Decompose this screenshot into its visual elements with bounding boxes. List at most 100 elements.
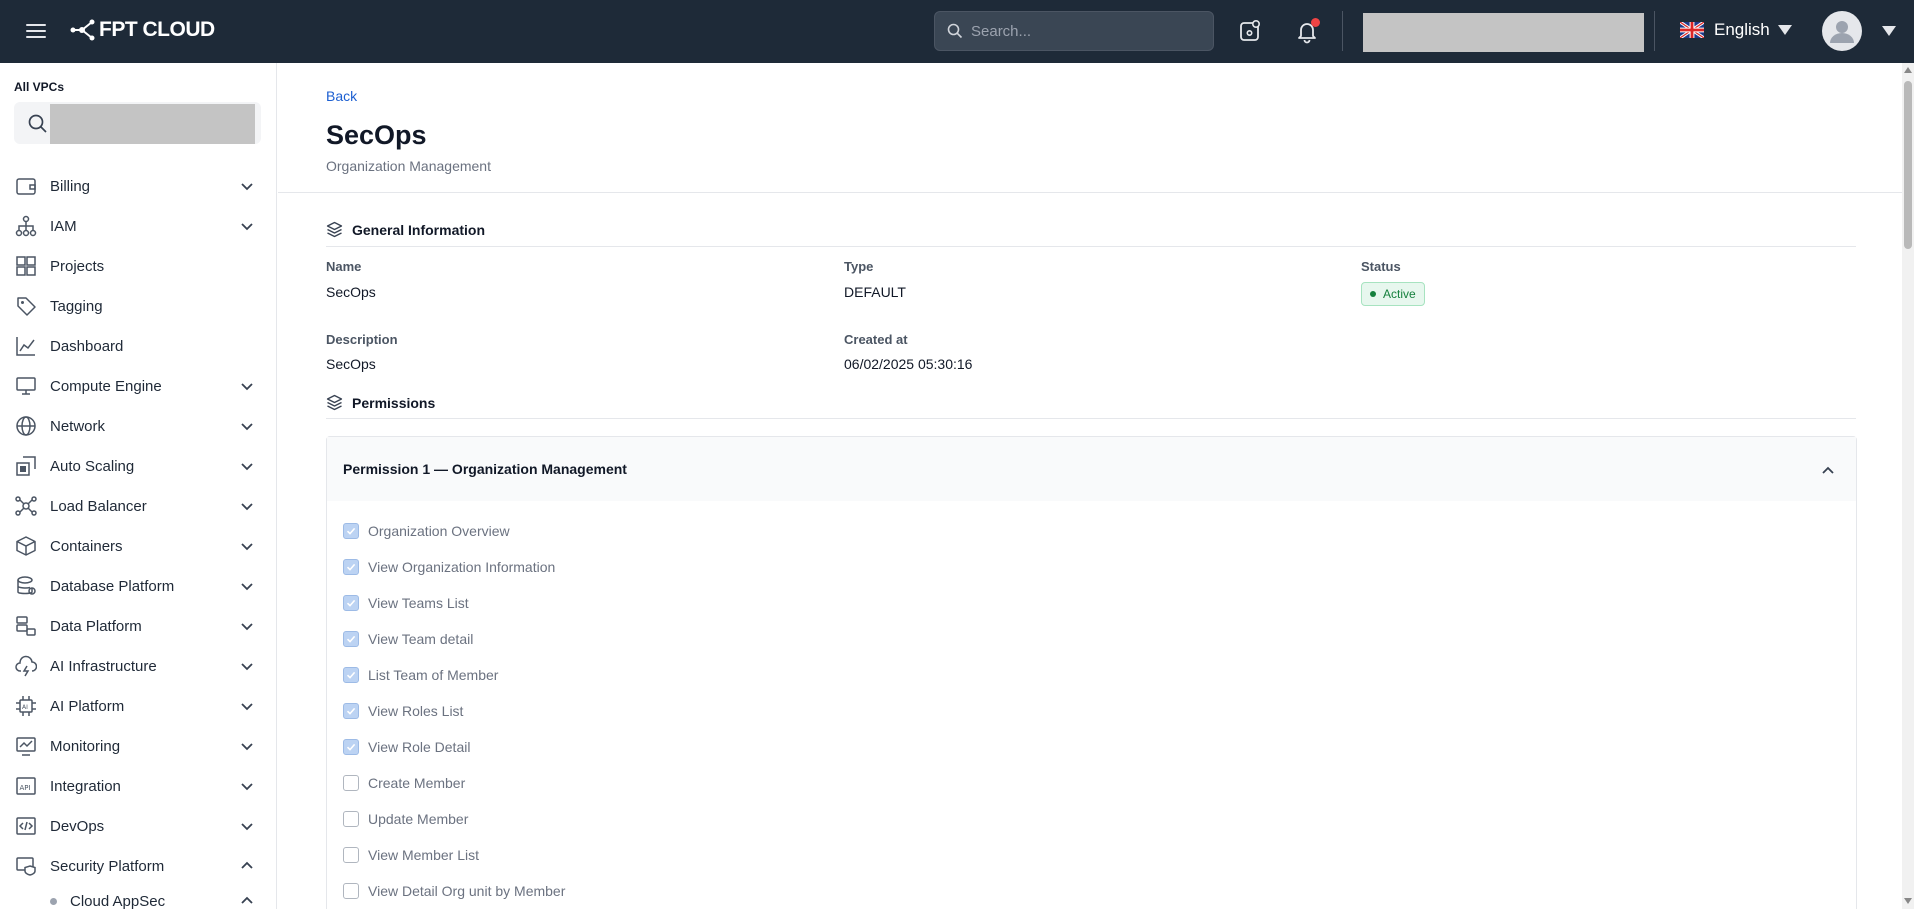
permission-item[interactable]: Create Member (343, 765, 565, 801)
logo-nodes-icon (70, 19, 95, 41)
sidebar-item-label: Load Balancer (50, 497, 147, 515)
chevron-down-icon[interactable] (240, 459, 254, 473)
notification-bell-icon[interactable] (1294, 18, 1320, 44)
permission-item[interactable]: View Teams List (343, 585, 565, 621)
permission-item[interactable]: Organization Overview (343, 513, 565, 549)
permission-label: Create Member (368, 775, 466, 791)
user-menu-caret-icon[interactable] (1882, 26, 1896, 36)
sidebar-item-label: Auto Scaling (50, 457, 135, 475)
chevron-down-icon[interactable] (240, 819, 254, 833)
checkbox-unchecked[interactable] (343, 811, 359, 827)
page-title: SecOps (326, 120, 427, 150)
created-at-label: Created at (844, 332, 908, 347)
permission-item[interactable]: View Roles List (343, 693, 565, 729)
chevron-up-icon[interactable] (1821, 464, 1835, 478)
sidebar-subitem-cloud-appsec[interactable]: Cloud AppSec (0, 886, 276, 909)
layers-icon (326, 221, 343, 238)
chevron-down-icon[interactable] (240, 779, 254, 793)
permission-item[interactable]: View Team detail (343, 621, 565, 657)
chevron-up-icon[interactable] (240, 859, 254, 873)
checkmark-icon (346, 671, 356, 679)
permission-label: View Roles List (368, 703, 464, 719)
checkbox-unchecked[interactable] (343, 883, 359, 899)
sidebar-item-iam[interactable]: IAM (0, 206, 276, 246)
sidebar-item-integration[interactable]: API Integration (0, 766, 276, 806)
sidebar-item-devops[interactable]: DevOps (0, 806, 276, 846)
sidebar-menu: Billing IAM Projects Tagging Dashboard C… (0, 166, 276, 909)
checkbox-checked[interactable] (343, 667, 359, 683)
checkbox-checked[interactable] (343, 739, 359, 755)
sidebar-item-label: AI Platform (50, 697, 125, 715)
chevron-down-icon[interactable] (240, 539, 254, 553)
avatar[interactable] (1822, 11, 1862, 51)
checkbox-unchecked[interactable] (343, 775, 359, 791)
sidebar-item-label: Tagging (50, 297, 103, 315)
section-title: General Information (352, 221, 486, 238)
checkbox-checked[interactable] (343, 595, 359, 611)
chevron-down-icon[interactable] (240, 219, 254, 233)
chevron-up-icon[interactable] (240, 894, 254, 908)
sidebar-item-billing[interactable]: Billing (0, 166, 276, 206)
sidebar-item-ai-infrastructure[interactable]: AI Infrastructure (0, 646, 276, 686)
sidebar-item-security-platform[interactable]: Security Platform (0, 846, 276, 886)
chart-icon (14, 334, 38, 358)
checkbox-checked[interactable] (343, 523, 359, 539)
chevron-down-icon[interactable] (240, 419, 254, 433)
language-selector[interactable]: English (1680, 20, 1792, 40)
sidebar-item-dashboard[interactable]: Dashboard (0, 326, 276, 366)
chevron-down-icon[interactable] (240, 179, 254, 193)
scrollbar-thumb[interactable] (1904, 81, 1912, 249)
sidebar-item-compute-engine[interactable]: Compute Engine (0, 366, 276, 406)
permission-item[interactable]: List Team of Member (343, 657, 565, 693)
checkbox-checked[interactable] (343, 703, 359, 719)
sidebar-item-auto-scaling[interactable]: Auto Scaling (0, 446, 276, 486)
sidebar-item-network[interactable]: Network (0, 406, 276, 446)
fpt-cloud-logo[interactable]: FPT CLOUD (70, 18, 215, 42)
global-search[interactable] (934, 11, 1214, 51)
permission-item[interactable]: View Organization Information (343, 549, 565, 585)
sidebar-item-label: Database Platform (50, 577, 175, 595)
chevron-down-icon[interactable] (240, 699, 254, 713)
search-input[interactable] (971, 22, 1201, 40)
sidebar-item-data-platform[interactable]: Data Platform (0, 606, 276, 646)
chevron-down-icon[interactable] (240, 379, 254, 393)
sidebar-item-tagging[interactable]: Tagging (0, 286, 276, 326)
chevron-down-icon[interactable] (240, 619, 254, 633)
search-icon (947, 23, 963, 39)
sidebar-item-projects[interactable]: Projects (0, 246, 276, 286)
sidebar-item-load-balancer[interactable]: Load Balancer (0, 486, 276, 526)
chevron-down-icon[interactable] (240, 499, 254, 513)
status-badge: Active (1361, 282, 1425, 306)
chevron-down-icon[interactable] (240, 579, 254, 593)
status-value: Active (1383, 287, 1416, 301)
permission-label: View Teams List (368, 595, 469, 611)
ticket-icon[interactable] (1237, 18, 1263, 44)
page-scrollbar[interactable] (1902, 63, 1914, 909)
sidebar-item-label: Projects (50, 257, 105, 275)
vpc-search-select[interactable] (14, 102, 261, 144)
chevron-down-icon[interactable] (240, 659, 254, 673)
scroll-down-icon[interactable] (1904, 898, 1912, 904)
permission-item[interactable]: View Detail Org unit by Member (343, 873, 565, 909)
sidebar-item-ai-platform[interactable]: AI AI Platform (0, 686, 276, 726)
permission-label: Update Member (368, 811, 469, 827)
permission-item[interactable]: View Member List (343, 837, 565, 873)
chevron-down-icon[interactable] (240, 739, 254, 753)
permission-item[interactable]: View Role Detail (343, 729, 565, 765)
permission-group-header[interactable]: Permission 1 — Organization Management (327, 437, 1856, 501)
checkbox-checked[interactable] (343, 631, 359, 647)
permission-item[interactable]: Update Member (343, 801, 565, 837)
checkmark-icon (346, 599, 356, 607)
sidebar-item-monitoring[interactable]: Monitoring (0, 726, 276, 766)
redacted-account-field (1363, 13, 1644, 52)
checkbox-unchecked[interactable] (343, 847, 359, 863)
menu-toggle-icon[interactable] (26, 21, 50, 41)
sidebar-item-containers[interactable]: Containers (0, 526, 276, 566)
sidebar-item-label: Security Platform (50, 857, 165, 875)
checkbox-checked[interactable] (343, 559, 359, 575)
status-dot-icon (1370, 291, 1376, 297)
svg-text:AI: AI (22, 704, 28, 711)
sidebar-item-database-platform[interactable]: Database Platform (0, 566, 276, 606)
scroll-up-icon[interactable] (1904, 67, 1912, 73)
back-link[interactable]: Back (326, 88, 357, 104)
